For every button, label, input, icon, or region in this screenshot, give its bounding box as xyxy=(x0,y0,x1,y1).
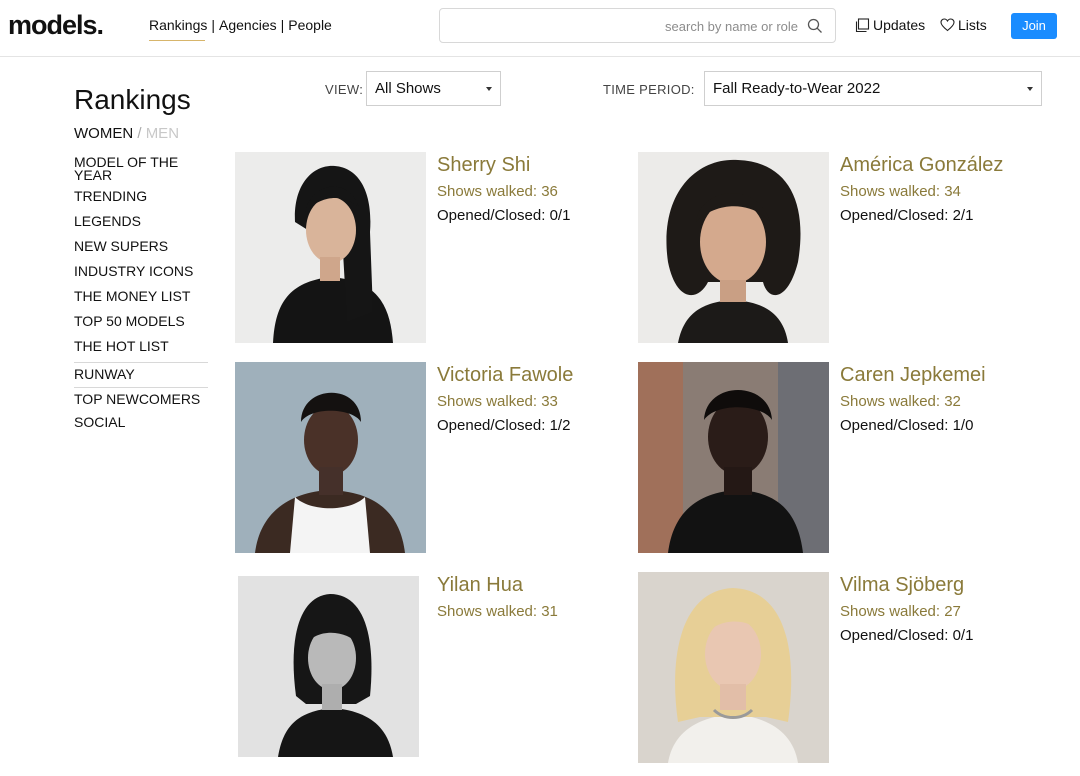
shows-walked: Shows walked: 33 xyxy=(437,393,558,410)
model-portrait-image xyxy=(638,572,829,763)
rankings-menu: MODEL OF THE YEAR TRENDING LEGENDS NEW S… xyxy=(74,155,208,438)
updates-label: Updates xyxy=(873,17,926,33)
updates-link[interactable]: Updates xyxy=(855,17,925,33)
model-portrait-image xyxy=(638,362,829,553)
opened-closed: Opened/Closed: 0/1 xyxy=(840,627,974,644)
updates-icon xyxy=(855,17,870,32)
model-portrait-image xyxy=(238,576,419,757)
gender-separator: / xyxy=(133,125,146,142)
model-photo[interactable] xyxy=(235,152,426,343)
model-photo[interactable] xyxy=(638,572,829,763)
active-nav-underline xyxy=(149,40,205,41)
time-period-label: TIME PERIOD: xyxy=(603,82,695,97)
model-name[interactable]: Caren Jepkemei xyxy=(840,364,986,387)
model-photo[interactable] xyxy=(238,576,419,757)
opened-closed: Opened/Closed: 1/2 xyxy=(437,417,571,434)
model-photo[interactable] xyxy=(638,362,829,553)
gender-switch: WOMEN / MEN xyxy=(74,125,179,142)
caret-down-icon xyxy=(486,87,492,91)
opened-closed: Opened/Closed: 1/0 xyxy=(840,417,974,434)
search-input[interactable] xyxy=(448,15,798,37)
top-nav: Rankings | Agencies | People xyxy=(149,17,332,41)
sidebar-item-social[interactable]: SOCIAL xyxy=(74,413,208,438)
shows-walked: Shows walked: 27 xyxy=(840,603,961,620)
nav-rankings[interactable]: Rankings xyxy=(149,17,207,33)
opened-closed: Opened/Closed: 0/1 xyxy=(437,207,571,224)
model-photo[interactable] xyxy=(235,362,426,553)
join-button[interactable]: Join xyxy=(1011,13,1057,39)
time-period-value: Fall Ready-to-Wear 2022 xyxy=(713,80,881,97)
search-box xyxy=(439,8,836,43)
nav-separator: | xyxy=(280,17,285,33)
nav-people[interactable]: People xyxy=(288,17,332,33)
page-title: Rankings xyxy=(74,84,191,115)
sidebar-item-new-supers[interactable]: NEW SUPERS xyxy=(74,237,208,262)
view-select-value: All Shows xyxy=(375,80,441,97)
model-portrait-image xyxy=(638,152,829,343)
model-name[interactable]: Sherry Shi xyxy=(437,154,530,177)
lists-link[interactable]: Lists xyxy=(940,17,987,33)
model-name[interactable]: Yilan Hua xyxy=(437,574,523,597)
shows-walked: Shows walked: 32 xyxy=(840,393,961,410)
model-name[interactable]: Vilma Sjöberg xyxy=(840,574,964,597)
time-period-select[interactable]: Fall Ready-to-Wear 2022 xyxy=(704,71,1042,106)
sidebar-item-industry-icons[interactable]: INDUSTRY ICONS xyxy=(74,262,208,287)
opened-closed: Opened/Closed: 2/1 xyxy=(840,207,974,224)
sidebar-item-trending[interactable]: TRENDING xyxy=(74,187,208,212)
sidebar-item-top-newcomers[interactable]: TOP NEWCOMERS xyxy=(74,388,208,413)
model-portrait-image xyxy=(235,152,426,343)
sidebar-item-model-of-the-year[interactable]: MODEL OF THE YEAR xyxy=(74,155,208,187)
gender-women-link[interactable]: WOMEN xyxy=(74,125,133,142)
nav-separator: | xyxy=(211,17,216,33)
sidebar-item-legends[interactable]: LEGENDS xyxy=(74,212,208,237)
site-header: models. Rankings|Agencies|People Updates… xyxy=(0,0,1080,57)
nav-agencies[interactable]: Agencies xyxy=(219,17,277,33)
caret-down-icon xyxy=(1027,87,1033,91)
gender-men-link[interactable]: MEN xyxy=(146,125,179,142)
shows-walked: Shows walked: 34 xyxy=(840,183,961,200)
site-logo[interactable]: models. xyxy=(8,10,104,41)
search-icon[interactable] xyxy=(807,18,823,34)
shows-walked: Shows walked: 36 xyxy=(437,183,558,200)
sidebar-item-money-list[interactable]: THE MONEY LIST xyxy=(74,287,208,312)
sidebar-item-top-50-models[interactable]: TOP 50 MODELS xyxy=(74,312,208,337)
lists-label: Lists xyxy=(958,17,987,33)
model-photo[interactable] xyxy=(638,152,829,343)
model-name[interactable]: América González xyxy=(840,154,1003,177)
model-portrait-image xyxy=(235,362,426,553)
sidebar-item-runway[interactable]: RUNWAY xyxy=(74,362,208,388)
shows-walked: Shows walked: 31 xyxy=(437,603,558,620)
view-label: VIEW: xyxy=(325,82,364,97)
model-name[interactable]: Victoria Fawole xyxy=(437,364,573,387)
sidebar-item-hot-list[interactable]: THE HOT LIST xyxy=(74,337,208,362)
view-select[interactable]: All Shows xyxy=(366,71,501,106)
heart-icon xyxy=(940,18,955,32)
